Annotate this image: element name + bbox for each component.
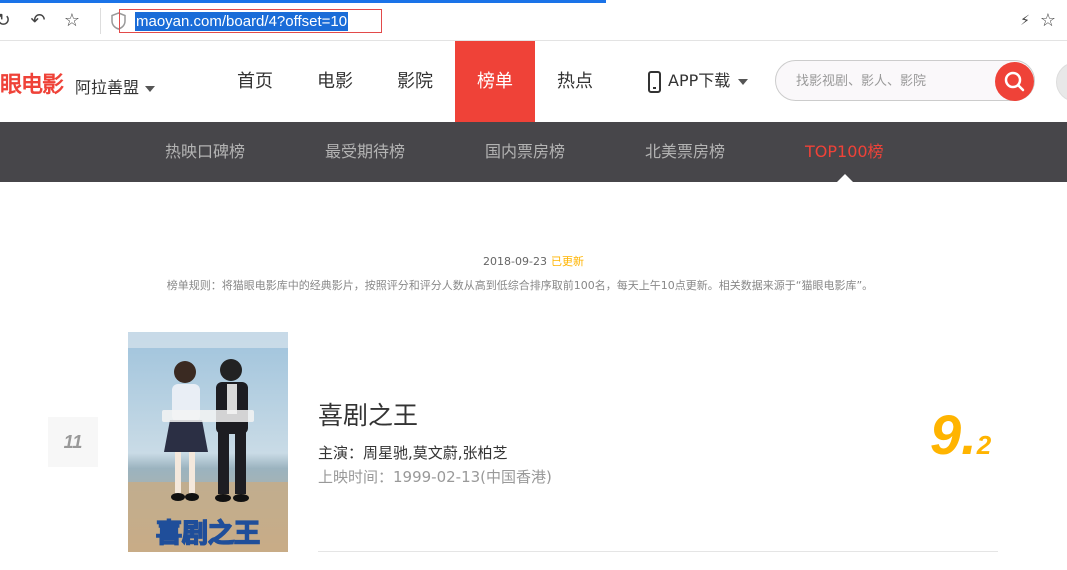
- nav-movies[interactable]: 电影: [295, 41, 375, 122]
- reload-icon[interactable]: ↻: [0, 10, 14, 32]
- board-sub-nav: 热映口碑榜 最受期待榜 国内票房榜 北美票房榜 TOP100榜: [0, 122, 1067, 182]
- search-button[interactable]: [995, 62, 1034, 101]
- board-date: 2018-09-23: [483, 255, 547, 268]
- chevron-down-icon: [145, 85, 156, 92]
- search-icon: [1004, 71, 1025, 92]
- board-rule: 榜单规则：将猫眼电影库中的经典影片，按照评分和评分人数从高到低综合排序取前100…: [166, 279, 874, 292]
- board-update-info: 2018-09-23 已更新: [0, 253, 1067, 269]
- nav-cinemas[interactable]: 影院: [375, 41, 455, 122]
- tab-hot-reputation[interactable]: 热映口碑榜: [165, 122, 245, 182]
- movie-title[interactable]: 喜剧之王: [318, 396, 418, 432]
- row-divider: [318, 551, 998, 552]
- undo-icon[interactable]: ↶: [27, 10, 49, 32]
- movie-poster[interactable]: 喜剧之王: [128, 332, 288, 552]
- board-updated-label: 已更新: [550, 255, 584, 268]
- user-avatar[interactable]: [1056, 62, 1067, 102]
- chevron-down-icon: [738, 78, 749, 85]
- nav-hot[interactable]: 热点: [535, 41, 615, 122]
- toolbar-separator: [100, 8, 101, 34]
- tab-most-expected[interactable]: 最受期待榜: [325, 122, 405, 182]
- city-selector[interactable]: 阿拉善盟: [75, 74, 156, 98]
- tab-domestic-box-office[interactable]: 国内票房榜: [485, 122, 565, 182]
- browser-toolbar: ↻ ↶ ☆ maoyan.com/board/4?offset=10 ⚡ ☆: [0, 0, 1067, 41]
- poster-title: 喜剧之王: [156, 518, 260, 549]
- favorite-star-icon[interactable]: ☆: [1037, 10, 1059, 32]
- search-input[interactable]: [796, 71, 986, 91]
- movie-rank: 11: [48, 417, 98, 467]
- active-tab-pointer: [837, 174, 853, 182]
- score-integer: 9.: [930, 403, 977, 466]
- bookmark-star-icon[interactable]: ☆: [61, 10, 83, 32]
- lightning-icon[interactable]: ⚡: [1014, 10, 1036, 32]
- address-bar-url[interactable]: maoyan.com/board/4?offset=10: [135, 12, 349, 31]
- app-download-menu[interactable]: APP下载: [648, 69, 749, 93]
- site-header: 眼电影 阿拉善盟 首页 电影 影院 榜单 热点 APP下载: [0, 41, 1067, 122]
- nav-home[interactable]: 首页: [215, 41, 295, 122]
- tab-top100[interactable]: TOP100榜: [805, 122, 884, 182]
- app-download-label: APP下载: [668, 71, 731, 90]
- poster-image: 喜剧之王: [128, 332, 288, 552]
- movie-release-time: 上映时间：1999-02-13(中国香港): [318, 468, 552, 486]
- city-name: 阿拉善盟: [75, 78, 140, 97]
- phone-icon: [648, 70, 661, 93]
- tab-north-america-box-office[interactable]: 北美票房榜: [645, 122, 725, 182]
- site-logo[interactable]: 眼电影: [0, 67, 64, 99]
- movie-score: 9.2: [930, 402, 991, 467]
- search-box: [775, 60, 1035, 101]
- nav-board[interactable]: 榜单: [455, 41, 535, 122]
- score-fraction: 2: [976, 430, 992, 460]
- page-load-progress: [0, 0, 606, 3]
- movie-stars: 主演：周星驰,莫文蔚,张柏芝: [318, 444, 508, 462]
